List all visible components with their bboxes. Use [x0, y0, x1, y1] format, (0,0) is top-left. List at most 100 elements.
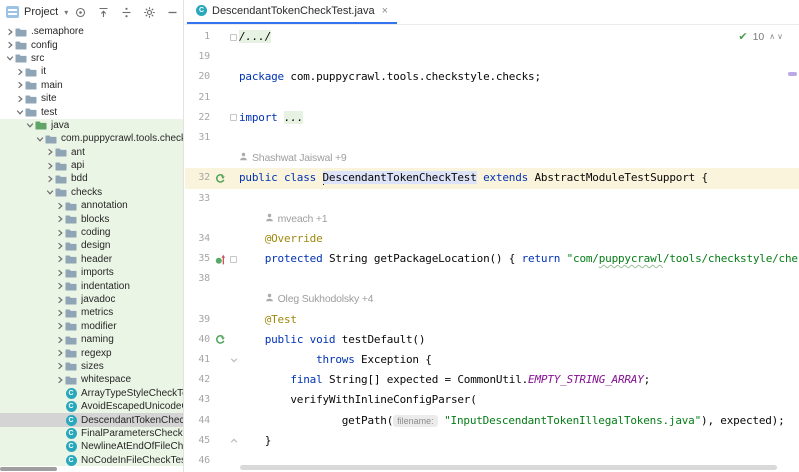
hide-tool-window-icon[interactable] — [165, 5, 179, 19]
tree-chevron-icon[interactable] — [15, 95, 24, 103]
blame-author[interactable]: Oleg Sukhodolsky +4 — [239, 289, 799, 309]
tree-item-modifier[interactable]: modifier — [0, 320, 183, 333]
tree-item-config[interactable]: config — [0, 38, 183, 51]
tree-chevron-icon[interactable] — [45, 188, 54, 196]
code-line-41[interactable]: 41 throws Exception { — [185, 350, 799, 370]
tree-chevron-icon[interactable] — [55, 376, 64, 384]
tree-item-annotation[interactable]: annotation — [0, 199, 183, 212]
tree-item-main[interactable]: main — [0, 79, 183, 92]
tree-chevron-icon[interactable] — [5, 54, 14, 62]
fold-marker[interactable] — [228, 431, 239, 451]
code-line-20[interactable]: 20package com.puppycrawl.tools.checkstyl… — [185, 67, 799, 87]
tree-chevron-icon[interactable] — [25, 121, 34, 129]
code-line-40[interactable]: 40 public void testDefault() — [185, 330, 799, 350]
code-line-39[interactable]: 39 @Test — [185, 310, 799, 330]
tree-item-descendanttokenchecktest[interactable]: CDescendantTokenCheckTest — [0, 413, 183, 426]
code-line-19[interactable]: 19 — [185, 47, 799, 67]
fold-marker[interactable] — [228, 249, 239, 269]
tree-chevron-icon[interactable] — [55, 336, 64, 344]
tree-chevron-icon[interactable] — [55, 362, 64, 370]
tree-item-design[interactable]: design — [0, 239, 183, 252]
prev-issue-icon[interactable]: ∧ — [769, 32, 777, 41]
tree-chevron-icon[interactable] — [15, 81, 24, 89]
tree-horizontal-scrollbar[interactable] — [0, 467, 57, 471]
tree-item-checks[interactable]: checks — [0, 186, 183, 199]
tree-chevron-icon[interactable] — [55, 349, 64, 357]
blame-author[interactable]: Shashwat Jaiswal +9 — [239, 148, 799, 168]
tree-item-bdd[interactable]: bdd — [0, 172, 183, 185]
tree-chevron-icon[interactable] — [5, 28, 14, 36]
tree-chevron-icon[interactable] — [55, 282, 64, 290]
code-line-34[interactable]: 34 @Override — [185, 229, 799, 249]
tree-chevron-icon[interactable] — [45, 162, 54, 170]
tree-item-src[interactable]: src — [0, 52, 183, 65]
tree-item-site[interactable]: site — [0, 92, 183, 105]
blame-author[interactable]: mveach +1 — [239, 209, 799, 229]
tree-item-test[interactable]: test — [0, 105, 183, 118]
tree-chevron-icon[interactable] — [55, 269, 64, 277]
code-line-45[interactable]: 45 } — [185, 431, 799, 451]
tree-chevron-icon[interactable] — [55, 322, 64, 330]
blame-row[interactable]: mveach +1 — [185, 209, 799, 229]
tree-item-com-puppycrawl-tools-checkstyle[interactable]: com.puppycrawl.tools.checkstyle — [0, 132, 183, 145]
tree-chevron-icon[interactable] — [45, 175, 54, 183]
tree-chevron-icon[interactable] — [55, 242, 64, 250]
tree-item-nocodeinfilechecktest[interactable]: CNoCodeInFileCheckTest — [0, 454, 183, 467]
tree-chevron-icon[interactable] — [15, 108, 24, 116]
locate-icon[interactable] — [73, 5, 87, 19]
tree-item-regexp[interactable]: regexp — [0, 346, 183, 359]
tree-chevron-icon[interactable] — [5, 41, 14, 49]
tree-item-naming[interactable]: naming — [0, 333, 183, 346]
tree-chevron-icon[interactable] — [35, 135, 44, 143]
code-line-43[interactable]: 43 verifyWithInlineConfigParser( — [185, 390, 799, 410]
code-editor[interactable]: ✔ 10 ∧∨ 1/.../1920package com.puppycrawl… — [185, 25, 799, 472]
code-line-22[interactable]: 22import ... — [185, 108, 799, 128]
settings-gear-icon[interactable] — [142, 5, 156, 19]
fold-marker[interactable] — [228, 108, 239, 128]
tree-item-blocks[interactable]: blocks — [0, 212, 183, 225]
fold-marker[interactable] — [228, 350, 239, 370]
code-line-38[interactable]: 38 — [185, 269, 799, 289]
tree-chevron-icon[interactable] — [15, 68, 24, 76]
tree-item-javadoc[interactable]: javadoc — [0, 293, 183, 306]
code-line-33[interactable]: 33 — [185, 189, 799, 209]
tree-chevron-icon[interactable] — [55, 229, 64, 237]
blame-row[interactable]: Oleg Sukhodolsky +4 — [185, 289, 799, 309]
blame-row[interactable]: Shashwat Jaiswal +9 — [185, 148, 799, 168]
next-issue-icon[interactable]: ∨ — [777, 32, 785, 41]
tree-item-arraytypestylechecktest[interactable]: CArrayTypeStyleCheckTest — [0, 387, 183, 400]
tree-chevron-icon[interactable] — [55, 296, 64, 304]
close-tab-icon[interactable]: × — [382, 5, 388, 17]
tree-item-header[interactable]: header — [0, 253, 183, 266]
tab-descendanttokenchecktest[interactable]: C DescendantTokenCheckTest.java × — [187, 0, 397, 24]
tree-item-finalparameterschecktest[interactable]: CFinalParametersCheckTest — [0, 427, 183, 440]
tree-item-newlineatendoffilechecktest[interactable]: CNewlineAtEndOfFileCheckTest — [0, 440, 183, 453]
tree-item-avoidescapedunicodecharactersche[interactable]: CAvoidEscapedUnicodeCharactersChe — [0, 400, 183, 413]
tree-chevron-icon[interactable] — [55, 255, 64, 263]
code-line-1[interactable]: 1/.../ — [185, 27, 799, 47]
code-line-32[interactable]: 32public class DescendantTokenCheckTest … — [185, 168, 799, 188]
collapse-all-icon[interactable] — [96, 5, 110, 19]
tree-item-coding[interactable]: coding — [0, 226, 183, 239]
code-line-35[interactable]: 35 protected String getPackageLocation()… — [185, 249, 799, 269]
inspection-nav-arrows[interactable]: ∧∨ — [769, 32, 785, 41]
code-line-44[interactable]: 44 getPath(filename: "InputDescendantTok… — [185, 411, 799, 431]
tree-item-semaphore[interactable]: .semaphore — [0, 25, 183, 38]
overridden-gutter-icon[interactable] — [212, 168, 228, 188]
tree-item-api[interactable]: api — [0, 159, 183, 172]
fold-marker[interactable] — [228, 27, 239, 47]
tree-item-ant[interactable]: ant — [0, 146, 183, 159]
chevron-down-icon[interactable]: ▾ — [64, 8, 68, 17]
tree-chevron-icon[interactable] — [55, 215, 64, 223]
tree-chevron-icon[interactable] — [45, 148, 54, 156]
overridden-gutter-icon[interactable] — [212, 330, 228, 350]
tree-item-whitespace[interactable]: whitespace — [0, 373, 183, 386]
code-line-42[interactable]: 42 final String[] expected = CommonUtil.… — [185, 370, 799, 390]
overrides-gutter-icon[interactable] — [212, 249, 228, 269]
editor-horizontal-scrollbar[interactable] — [240, 465, 777, 470]
tree-item-indentation[interactable]: indentation — [0, 279, 183, 292]
code-line-31[interactable]: 31 — [185, 128, 799, 148]
code-line-21[interactable]: 21 — [185, 88, 799, 108]
tree-chevron-icon[interactable] — [55, 309, 64, 317]
tree-item-metrics[interactable]: metrics — [0, 306, 183, 319]
